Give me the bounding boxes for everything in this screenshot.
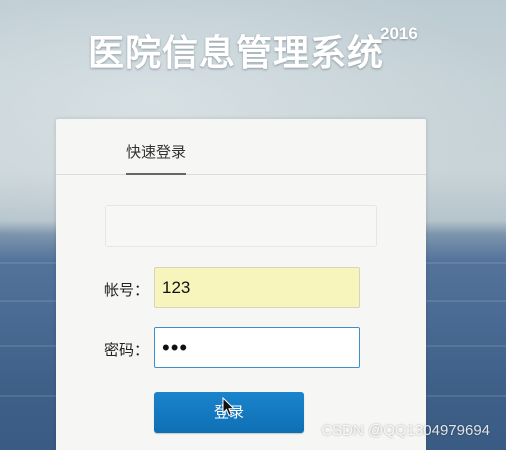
mouse-pointer-icon <box>222 397 236 417</box>
password-input[interactable]: ••• <box>154 327 360 368</box>
login-tabbar: 快速登录 <box>56 119 426 175</box>
login-page: 医院信息管理系统 2016 快速登录 帐号： 123 密码： ••• 登录 CS… <box>0 0 506 450</box>
message-box <box>105 205 377 247</box>
tab-quick-login[interactable]: 快速登录 <box>126 142 187 175</box>
app-title: 医院信息管理系统 <box>88 33 385 74</box>
app-year: 2016 <box>380 24 418 43</box>
csdn-watermark: CSDN @QQ1304979694 <box>321 422 490 439</box>
username-label: 帐号： <box>104 281 150 299</box>
login-panel: 快速登录 帐号： 123 密码： ••• 登录 <box>56 119 426 450</box>
password-label: 密码： <box>104 341 150 359</box>
username-input[interactable]: 123 <box>154 267 360 308</box>
